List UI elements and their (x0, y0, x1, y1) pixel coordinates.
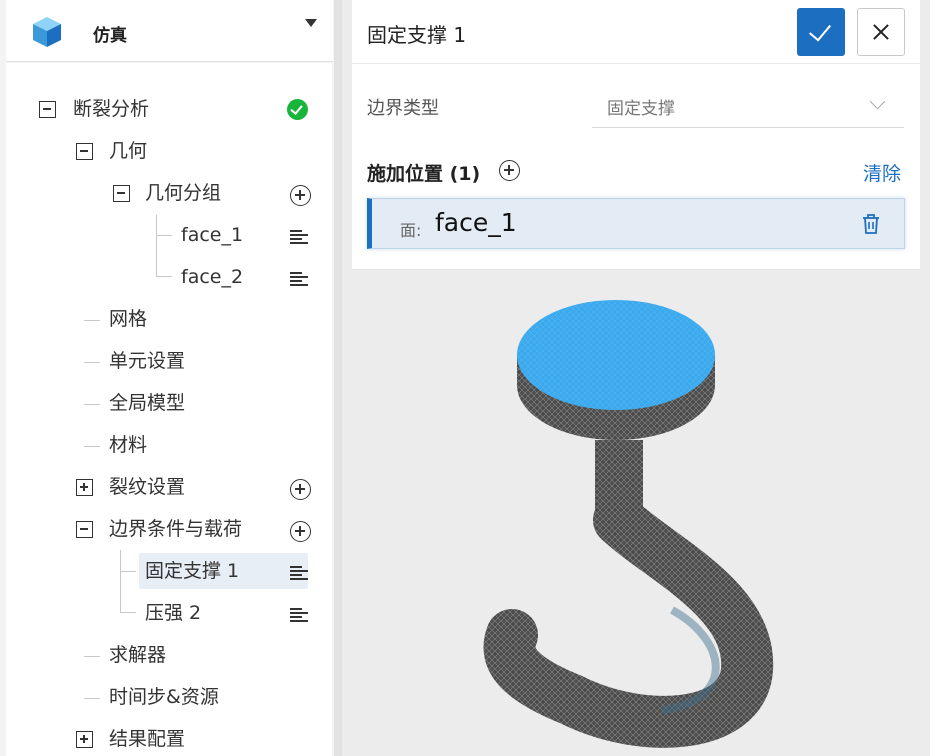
3d-viewport[interactable] (342, 270, 930, 756)
tree-node-timestep-resources[interactable]: 时间步&资源 (109, 684, 219, 710)
add-circle-icon[interactable] (499, 160, 520, 181)
sidebar-title: 仿真 (93, 26, 127, 46)
location-type-prefix: 面: (400, 221, 422, 240)
tree-connector (156, 215, 157, 276)
add-circle-icon[interactable] (290, 521, 311, 542)
tree-node-face-1[interactable]: face_1 (181, 222, 243, 248)
list-menu-icon[interactable] (290, 230, 308, 244)
tree-node-material[interactable]: 材料 (109, 432, 147, 458)
cube-icon (33, 17, 61, 47)
panel-divider[interactable] (334, 0, 342, 756)
tree-node-geometry[interactable]: 几何 (109, 138, 147, 164)
status-check-icon (287, 99, 308, 120)
collapse-toggle-geometry-group[interactable] (113, 185, 130, 202)
list-menu-icon[interactable] (290, 566, 308, 580)
tree-connector (156, 235, 172, 236)
collapse-toggle-bc-loads[interactable] (76, 521, 93, 538)
collapse-toggle-geometry[interactable] (76, 143, 93, 160)
tree-node-fixed-support-1[interactable]: 固定支撑 1 (145, 558, 239, 584)
divider (352, 63, 920, 64)
boundary-type-select[interactable]: 固定支撑 (592, 84, 904, 128)
boundary-type-value: 固定支撑 (607, 99, 675, 119)
tree-connector (156, 276, 172, 277)
properties-panel: 固定支撑 1 边界类型 固定支撑 施加位置 (1) 清除 面: face_1 (352, 0, 920, 270)
tree-node-mesh[interactable]: 网格 (109, 306, 147, 332)
selected-face-highlight[interactable] (517, 300, 715, 410)
panel-title: 固定支撑 1 (367, 23, 467, 47)
hook-model[interactable] (483, 300, 774, 748)
tree-connector (120, 571, 136, 572)
apply-location-label: 施加位置 (1) (367, 163, 481, 185)
tree-node-result-config[interactable]: 结果配置 (109, 726, 185, 752)
trash-icon[interactable] (861, 213, 881, 235)
tree-connector (84, 446, 100, 447)
tree-connector (120, 612, 136, 613)
tree-node-fracture-analysis[interactable]: 断裂分析 (73, 96, 149, 122)
tree-node-pressure-2[interactable]: 压强 2 (145, 600, 201, 626)
tree-connector (84, 362, 100, 363)
tree-connector (84, 698, 100, 699)
tree-connector (84, 656, 100, 657)
add-circle-icon[interactable] (290, 479, 311, 500)
sidebar-header: 仿真 (6, 0, 333, 62)
list-menu-icon[interactable] (290, 272, 308, 286)
expand-toggle-result-config[interactable] (76, 731, 93, 748)
caret-down-icon[interactable] (305, 19, 317, 27)
tree-connector (84, 320, 100, 321)
collapse-toggle-root[interactable] (39, 101, 56, 118)
add-circle-icon[interactable] (290, 185, 311, 206)
boundary-type-label: 边界类型 (367, 98, 439, 119)
tree-node-element-settings[interactable]: 单元设置 (109, 348, 185, 374)
location-name: face_1 (435, 208, 517, 237)
tree-connector (84, 404, 100, 405)
list-menu-icon[interactable] (290, 608, 308, 622)
tree-node-bc-loads[interactable]: 边界条件与载荷 (109, 516, 242, 542)
expand-toggle-crack-settings[interactable] (76, 479, 93, 496)
tree-node-global-model[interactable]: 全局模型 (109, 390, 185, 416)
close-button[interactable] (857, 8, 905, 56)
chevron-down-icon (869, 93, 886, 110)
tree-node-geometry-group[interactable]: 几何分组 (145, 180, 221, 206)
model-tree: 断裂分析 几何 几何分组 face_1 face_2 网格 单元设置 全局模型 … (6, 63, 332, 756)
tree-node-crack-settings[interactable]: 裂纹设置 (109, 474, 185, 500)
confirm-button[interactable] (797, 8, 845, 56)
clear-button[interactable]: 清除 (863, 159, 901, 186)
tree-connector (120, 550, 121, 612)
location-list-item[interactable]: 面: face_1 (367, 198, 905, 249)
tree-node-face-2[interactable]: face_2 (181, 264, 243, 290)
tree-node-solver[interactable]: 求解器 (109, 642, 166, 668)
sidebar: 仿真 断裂分析 几何 几何分组 face_1 face_2 网格 单元设置 全局… (0, 0, 334, 756)
